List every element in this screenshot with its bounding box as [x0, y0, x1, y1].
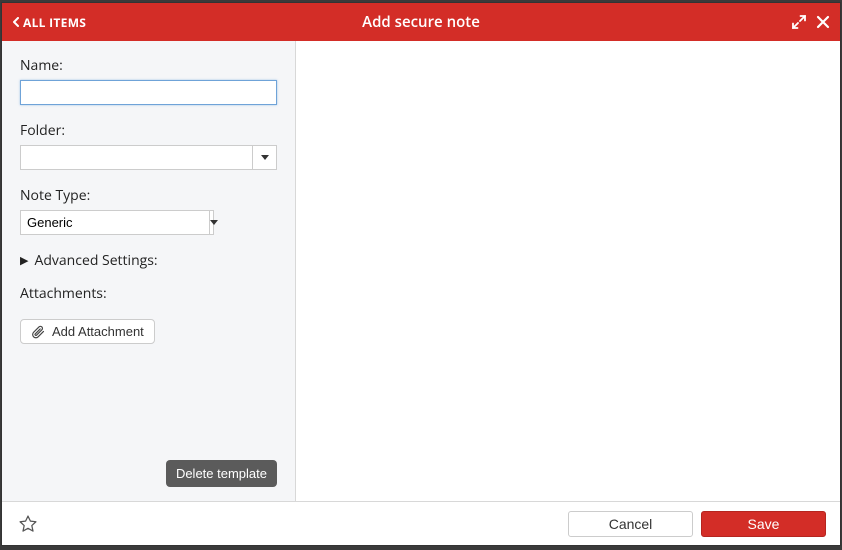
cancel-button[interactable]: Cancel: [568, 511, 693, 537]
titlebar-actions: [792, 15, 830, 29]
star-outline-icon: [18, 514, 38, 534]
note-type-input[interactable]: [21, 211, 209, 234]
favorite-star-button[interactable]: [16, 512, 40, 536]
note-type-dropdown-button[interactable]: [209, 211, 218, 234]
folder-combobox[interactable]: [20, 145, 277, 170]
caret-down-icon: [261, 155, 269, 160]
field-folder: Folder:: [20, 121, 277, 170]
caret-down-icon: [210, 220, 218, 225]
preview-pane: [296, 41, 840, 501]
caret-left-icon: [12, 17, 19, 27]
field-name: Name:: [20, 56, 277, 105]
name-label: Name:: [20, 56, 277, 75]
dialog-body: Name: Folder: Note Type:: [2, 41, 840, 501]
dialog-add-secure-note: ALL ITEMS Add secure note Name: Folder:: [1, 2, 841, 546]
advanced-settings-toggle[interactable]: ▶ Advanced Settings:: [20, 251, 277, 270]
paperclip-icon: [31, 325, 45, 339]
field-note-type: Note Type:: [20, 186, 277, 235]
save-button[interactable]: Save: [701, 511, 826, 537]
add-attachment-button[interactable]: Add Attachment: [20, 319, 155, 344]
folder-input[interactable]: [21, 146, 252, 169]
caret-right-icon: ▶: [20, 253, 28, 268]
delete-template-button[interactable]: Delete template: [166, 460, 277, 487]
note-type-label: Note Type:: [20, 186, 277, 205]
save-button-label: Save: [748, 516, 780, 532]
note-type-combobox[interactable]: [20, 210, 214, 235]
close-icon[interactable]: [816, 15, 830, 29]
titlebar: ALL ITEMS Add secure note: [2, 3, 840, 41]
attachments-label: Attachments:: [20, 284, 277, 303]
dialog-title: Add secure note: [2, 12, 840, 32]
delete-template-label: Delete template: [176, 466, 267, 481]
back-all-items-button[interactable]: ALL ITEMS: [12, 14, 86, 31]
folder-label: Folder:: [20, 121, 277, 140]
name-input[interactable]: [20, 80, 277, 105]
expand-icon[interactable]: [792, 15, 806, 29]
cancel-button-label: Cancel: [609, 516, 653, 532]
folder-dropdown-button[interactable]: [252, 146, 276, 169]
form-pane: Name: Folder: Note Type:: [2, 41, 296, 501]
add-attachment-label: Add Attachment: [52, 324, 144, 339]
dialog-footer: Cancel Save: [2, 501, 840, 545]
advanced-settings-label: Advanced Settings:: [34, 251, 157, 270]
back-link-label: ALL ITEMS: [23, 14, 86, 31]
